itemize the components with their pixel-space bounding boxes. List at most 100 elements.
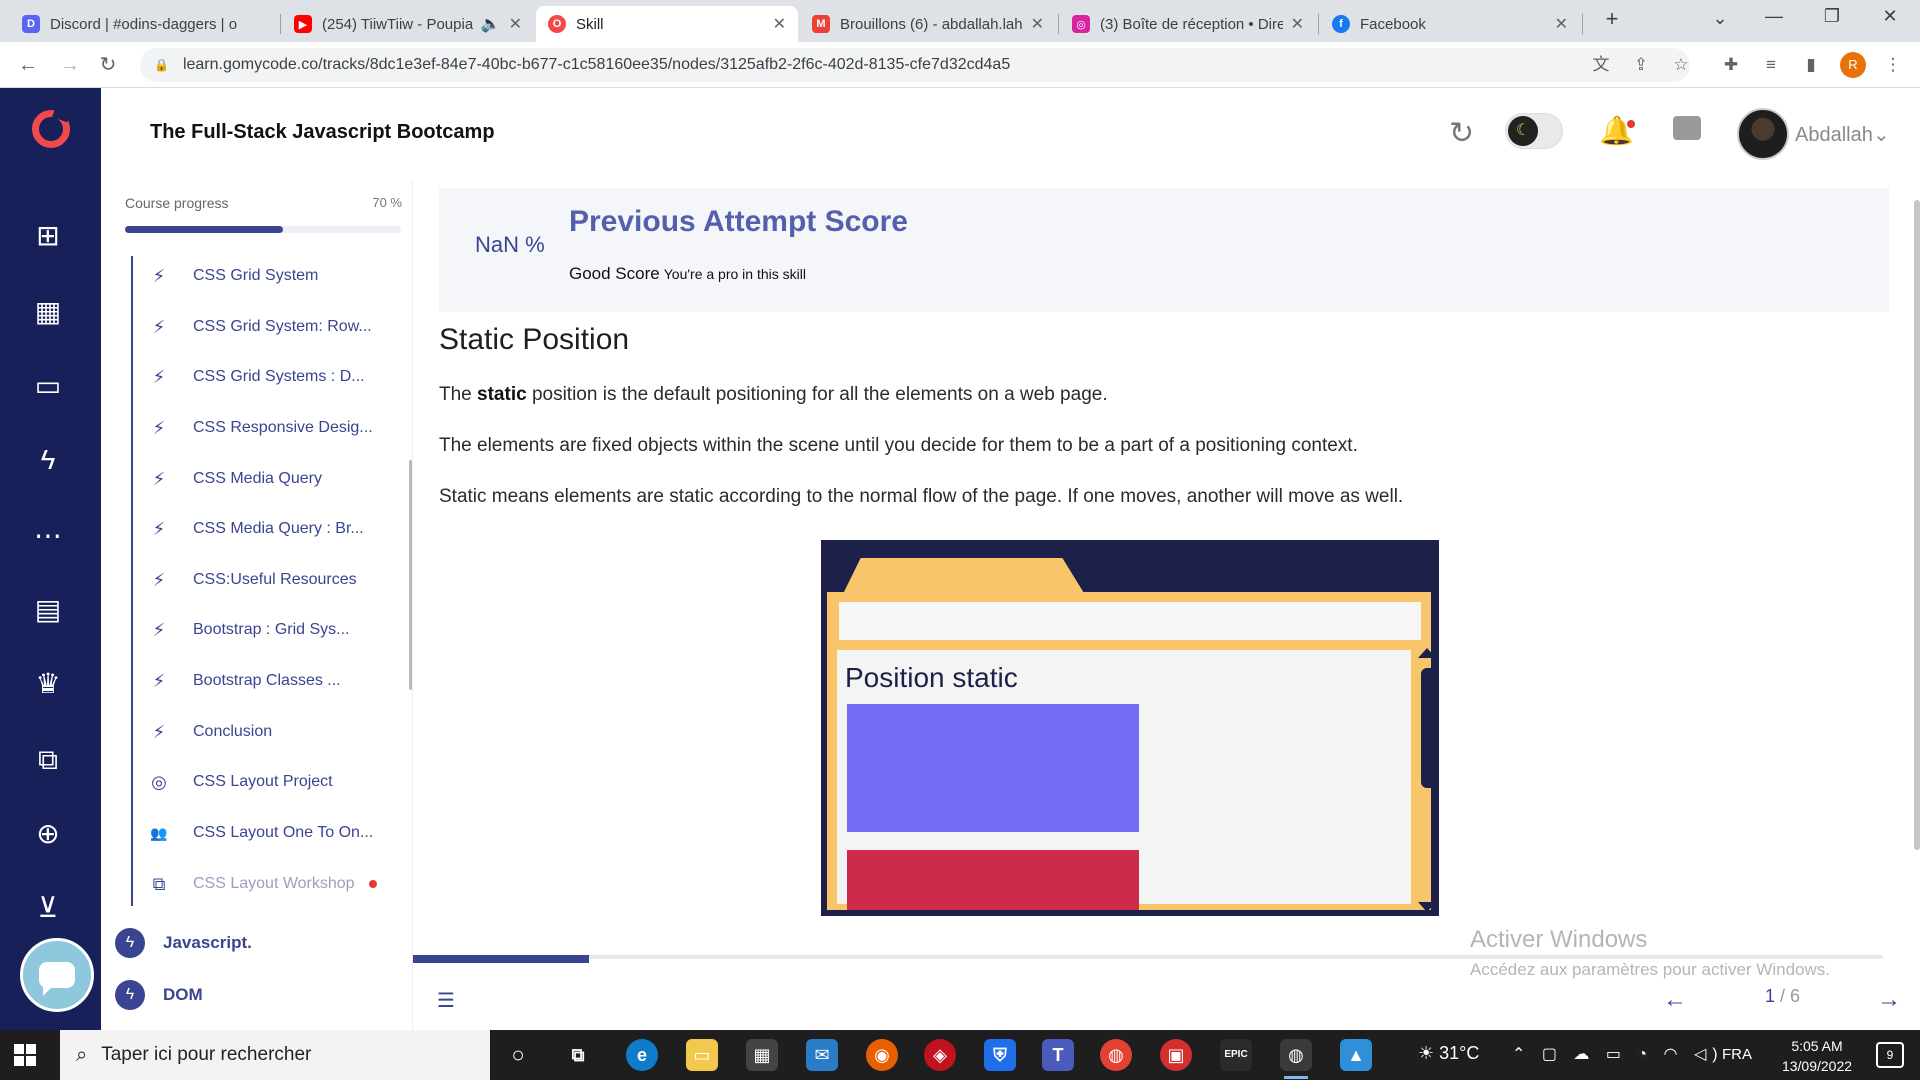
avatar[interactable] xyxy=(1737,108,1789,160)
lesson-item[interactable]: ⚡ Bootstrap : Grid Sys... xyxy=(133,610,403,650)
lesson-item[interactable]: ⚡ CSS Grid Systems : D... xyxy=(133,357,403,397)
side-panel-icon[interactable]: ▮ xyxy=(1798,52,1824,78)
facebook-icon: f xyxy=(1332,15,1350,33)
new-tab-button[interactable]: + xyxy=(1592,6,1632,32)
bookmark-star-icon[interactable]: ☆ xyxy=(1668,52,1694,78)
sidebar-scrollbar[interactable] xyxy=(409,460,412,690)
next-page-icon[interactable]: → xyxy=(1877,986,1901,1014)
antivirus-icon[interactable]: ◈ xyxy=(924,1039,956,1071)
media-control-icon[interactable]: ≡ xyxy=(1758,52,1784,78)
translate-icon[interactable]: 文 xyxy=(1588,52,1614,78)
lesson-item[interactable]: ⚡ CSS Grid System xyxy=(133,256,403,296)
tab-search-icon[interactable]: ⌄ xyxy=(1700,8,1740,29)
support-chat-button[interactable] xyxy=(20,938,94,1012)
close-window-icon[interactable]: ✕ xyxy=(1870,6,1910,27)
illustration-viewport: Position static xyxy=(837,650,1411,910)
messages-icon[interactable] xyxy=(1673,116,1701,140)
trophy-icon[interactable]: ♛ xyxy=(28,664,68,704)
sync-icon[interactable]: ↻ xyxy=(1449,116,1474,151)
lesson-item[interactable]: ◎ CSS Layout Project xyxy=(133,762,403,802)
notification-center-icon[interactable]: 9 xyxy=(1876,1042,1904,1068)
language-indicator[interactable]: FRA xyxy=(1722,1046,1752,1063)
page-scrollbar[interactable] xyxy=(1914,200,1920,850)
lesson-list: ⚡ CSS Grid System ⚡ CSS Grid System: Row… xyxy=(131,256,401,906)
progress-percentage: 70 % xyxy=(372,195,402,210)
close-tab-icon[interactable]: ✕ xyxy=(773,14,786,34)
lesson-item[interactable]: ⚡ CSS Media Query : Br... xyxy=(133,509,403,549)
bolt-icon: ⚡ xyxy=(152,721,166,742)
store-icon[interactable]: ▦ xyxy=(746,1039,778,1071)
taskbar-search[interactable]: ⌕ Taper ici pour rechercher xyxy=(60,1030,490,1080)
tab-skill[interactable]: O Skill ✕ xyxy=(536,6,798,42)
forward-icon[interactable]: → xyxy=(56,51,84,79)
progress-bar-fill xyxy=(125,226,284,233)
edge-icon[interactable]: e xyxy=(626,1039,658,1071)
chrome-menu-icon[interactable]: ⋮ xyxy=(1880,52,1906,78)
cart-icon[interactable]: ⊻ xyxy=(28,888,68,928)
chrome-icon[interactable]: ◍ xyxy=(1100,1039,1132,1071)
calendar-icon[interactable]: ▦ xyxy=(28,292,68,332)
close-tab-icon[interactable]: ✕ xyxy=(509,14,522,34)
module-javascript[interactable]: ϟ Javascript. xyxy=(115,926,252,960)
cortana-icon[interactable]: ○ xyxy=(502,1039,534,1071)
module-dom[interactable]: ϟ DOM xyxy=(115,978,203,1012)
bolt-icon[interactable]: ϟ xyxy=(28,440,68,480)
security-shield-icon[interactable]: ⛨ xyxy=(984,1039,1016,1071)
previous-page-icon[interactable]: ← xyxy=(1663,986,1687,1014)
dark-mode-toggle[interactable]: ☾ xyxy=(1505,113,1563,149)
lesson-item[interactable]: ⚡ Conclusion xyxy=(133,712,403,752)
lesson-item[interactable]: ⧉ CSS Layout Workshop xyxy=(133,864,403,904)
lesson-item[interactable]: ⚡ CSS Media Query xyxy=(133,459,403,499)
tab-gmail[interactable]: M Brouillons (6) - abdallah.lah ✕ xyxy=(800,6,1056,42)
tab-discord[interactable]: D Discord | #odins-daggers | o xyxy=(10,6,278,42)
extensions-icon[interactable]: ✚ xyxy=(1718,52,1744,78)
lesson-item[interactable]: ⚡ CSS Grid System: Row... xyxy=(133,307,403,347)
close-tab-icon[interactable]: ✕ xyxy=(1555,14,1568,34)
photos-icon[interactable]: ▲ xyxy=(1340,1039,1372,1071)
reload-icon[interactable]: ↻ xyxy=(94,51,122,79)
lesson-label: CSS Grid System xyxy=(193,267,319,284)
chrome-profile-icon[interactable]: ◍ xyxy=(1280,1039,1312,1079)
globe-icon[interactable]: ⊕ xyxy=(28,814,68,854)
bell-icon[interactable]: 🔔 xyxy=(1599,114,1634,147)
hierarchy-icon[interactable]: ⧉ xyxy=(28,740,68,780)
file-explorer-icon[interactable]: ▭ xyxy=(686,1039,718,1071)
lesson-label: CSS Media Query xyxy=(193,470,322,487)
lesson-item[interactable]: ⚡ Bootstrap Classes ... xyxy=(133,661,403,701)
back-icon[interactable]: ← xyxy=(14,51,42,79)
outline-list-icon[interactable]: ☰ xyxy=(437,988,455,1013)
task-view-icon[interactable]: ⧉ xyxy=(562,1039,594,1071)
audio-icon[interactable]: 🔈 xyxy=(481,14,501,34)
epic-games-icon[interactable]: EPIC xyxy=(1220,1039,1252,1071)
lesson-item[interactable]: ⚡ CSS:Useful Resources xyxy=(133,560,403,600)
tab-instagram[interactable]: ◎ (3) Boîte de réception • Dire ✕ xyxy=(1060,6,1316,42)
tab-facebook[interactable]: f Facebook ✕ xyxy=(1320,6,1580,42)
game-app-icon[interactable]: ▣ xyxy=(1160,1039,1192,1071)
workshop-icon: ⧉ xyxy=(152,873,166,894)
profile-avatar[interactable]: R xyxy=(1840,52,1866,78)
clock[interactable]: 5:05 AM 13/09/2022 xyxy=(1772,1036,1862,1076)
illustration-scrollbar xyxy=(1418,648,1437,912)
restore-icon[interactable]: ❐ xyxy=(1812,6,1852,27)
minimize-icon[interactable]: — xyxy=(1754,6,1794,27)
firefox-icon[interactable]: ◉ xyxy=(866,1039,898,1071)
chat-icon[interactable]: ⋯ xyxy=(28,516,68,556)
dashboard-icon[interactable]: ⊞ xyxy=(28,216,68,256)
share-icon[interactable]: ⇪ xyxy=(1628,52,1654,78)
system-tray-icons[interactable]: ⌃ ▢ ☁ ▭ ◔ ◠ ◁) xyxy=(1512,1044,1724,1064)
windows-start-icon[interactable] xyxy=(14,1044,36,1066)
address-bar[interactable]: 🔒 learn.gomycode.co/tracks/8dc1e3ef-84e7… xyxy=(140,48,1690,82)
bolt-icon: ⚡ xyxy=(152,316,166,337)
weather-widget[interactable]: ☀ 31°C xyxy=(1418,1043,1479,1064)
username-dropdown[interactable]: Abdallah⌄ xyxy=(1795,122,1890,147)
mail-icon[interactable]: ✉ xyxy=(806,1039,838,1071)
lock-icon[interactable]: 🔒 xyxy=(154,58,169,72)
close-tab-icon[interactable]: ✕ xyxy=(1291,14,1304,34)
tab-youtube[interactable]: ▶ (254) TiiwTiiw - Poupia 🔈 ✕ xyxy=(282,6,534,42)
close-tab-icon[interactable]: ✕ xyxy=(1031,14,1044,34)
lesson-item[interactable]: 👥 CSS Layout One To On... xyxy=(133,813,403,853)
document-icon[interactable]: ▤ xyxy=(28,590,68,630)
lesson-item[interactable]: ⚡ CSS Responsive Desig... xyxy=(133,408,403,448)
teams-icon[interactable]: T xyxy=(1042,1039,1074,1071)
laptop-icon[interactable]: ▭ xyxy=(28,366,68,406)
